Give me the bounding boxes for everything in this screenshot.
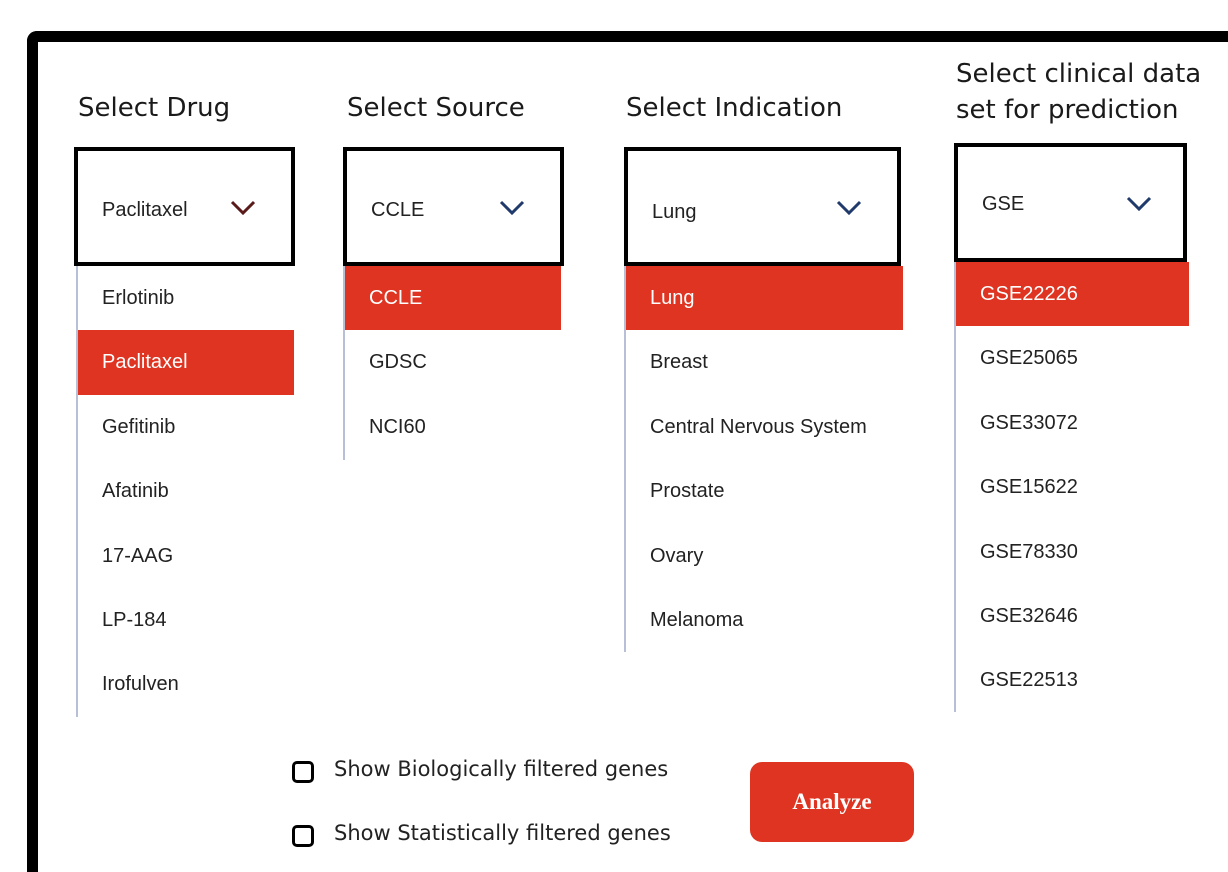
clinical-option[interactable]: GSE78330 — [956, 520, 1189, 584]
source-select-value: CCLE — [371, 199, 425, 221]
checkbox-icon[interactable] — [292, 761, 314, 783]
indication-option[interactable]: Melanoma — [626, 588, 903, 652]
drug-options: Erlotinib Paclitaxel Gefitinib Afatinib … — [76, 266, 294, 717]
indication-select-value: Lung — [652, 201, 697, 223]
source-option[interactable]: NCI60 — [345, 395, 561, 459]
clinical-option[interactable]: GSE15622 — [956, 455, 1189, 519]
statistical-filter-label: Show Statistically filtered genes — [334, 821, 671, 845]
biological-filter-label: Show Biologically filtered genes — [334, 757, 669, 781]
drug-option[interactable]: Afatinib — [78, 459, 294, 523]
analyze-button[interactable]: Analyze — [750, 762, 914, 842]
clinical-option[interactable]: GSE33072 — [956, 391, 1189, 455]
chevron-down-icon — [230, 200, 256, 216]
drug-option[interactable]: Erlotinib — [78, 266, 294, 330]
indication-options: Lung Breast Central Nervous System Prost… — [624, 266, 903, 652]
indication-option[interactable]: Lung — [626, 266, 903, 331]
clinical-option[interactable]: GSE22513 — [956, 648, 1189, 712]
drug-select[interactable]: Paclitaxel — [74, 147, 295, 266]
drug-select-value: Paclitaxel — [102, 199, 188, 221]
checkbox-icon[interactable] — [292, 825, 314, 847]
indication-option[interactable]: Prostate — [626, 459, 903, 523]
indication-title: Select Indication — [626, 90, 842, 126]
clinical-select-value: GSE — [982, 193, 1025, 215]
indication-option[interactable]: Central Nervous System — [626, 395, 903, 459]
source-select[interactable]: CCLE — [343, 147, 564, 266]
drug-title-text: Select Drug — [78, 93, 231, 123]
chevron-down-icon — [836, 200, 862, 216]
indication-option[interactable]: Ovary — [626, 524, 903, 588]
clinical-title-line2: set for prediction — [956, 95, 1179, 125]
indication-select[interactable]: Lung — [624, 147, 901, 266]
indication-title-text: Select Indication — [626, 93, 843, 123]
drug-option[interactable]: 17-AAG — [78, 524, 294, 588]
source-option[interactable]: CCLE — [345, 266, 561, 331]
source-option[interactable]: GDSC — [345, 330, 561, 394]
drug-option[interactable]: Paclitaxel — [78, 330, 294, 395]
chevron-down-icon — [1126, 196, 1152, 212]
indication-option[interactable]: Breast — [626, 330, 903, 394]
source-title-text: Select Source — [347, 93, 525, 123]
drug-option[interactable]: Irofulven — [78, 652, 294, 716]
clinical-option[interactable]: GSE25065 — [956, 326, 1189, 390]
source-options: CCLE GDSC NCI60 — [343, 266, 561, 460]
clinical-option[interactable]: GSE32646 — [956, 584, 1189, 648]
clinical-options: GSE22226 GSE25065 GSE33072 GSE15622 GSE7… — [954, 262, 1189, 712]
drug-title: Select Drug — [78, 90, 230, 126]
drug-option[interactable]: Gefitinib — [78, 395, 294, 459]
clinical-select[interactable]: GSE — [954, 143, 1187, 262]
chevron-down-icon — [499, 200, 525, 216]
clinical-option[interactable]: GSE22226 — [956, 262, 1189, 327]
source-title: Select Source — [347, 90, 525, 126]
clinical-title: Select clinical data set for prediction — [956, 56, 1201, 128]
clinical-title-line1: Select clinical data — [956, 59, 1202, 89]
drug-option[interactable]: LP-184 — [78, 588, 294, 652]
